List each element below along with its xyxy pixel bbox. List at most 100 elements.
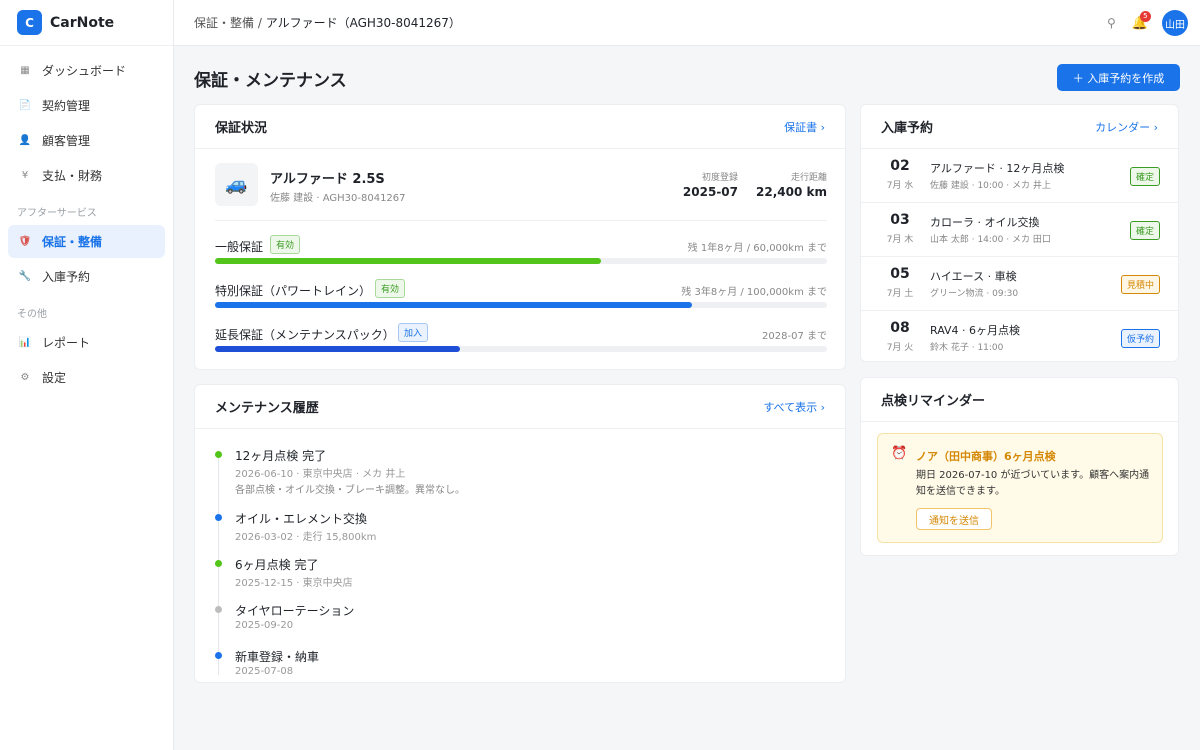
- sidebar-item-label: 契約管理: [42, 99, 91, 113]
- progress-fill: [215, 258, 601, 264]
- warranty-remaining: 残 1年8ヶ月 / 60,000km まで: [687, 243, 827, 254]
- warranty-row: 一般保証 有効 残 1年8ヶ月 / 60,000km まで: [215, 235, 827, 266]
- breadcrumb: 保証・整備 / アルファード（AGH30-8041267）: [194, 14, 461, 31]
- calendar-link[interactable]: カレンダー ›: [1095, 119, 1158, 135]
- appointment-row[interactable]: 05 7月 土 ハイエース · 車検 グリーン物流 · 09:30 見積中: [861, 257, 1179, 311]
- status-badge: 確定: [1129, 221, 1160, 240]
- warranty-remaining: 残 3年8ヶ月 / 100,000km まで: [681, 287, 827, 298]
- appointment-day: 02: [890, 158, 910, 174]
- appointment-row[interactable]: 08 7月 火 RAV4 · 6ヶ月点検 鈴木 花子 · 11:00 仮予約: [861, 311, 1179, 365]
- status-badge: 確定: [1129, 167, 1160, 186]
- timeline-title: オイル・エレメント交換: [235, 512, 368, 526]
- breadcrumb-current: アルファード（AGH30-8041267）: [265, 16, 461, 30]
- appointment-month-weekday: 7月 土: [886, 289, 914, 299]
- sidebar-item[interactable]: 🔧 入庫予約: [8, 260, 165, 293]
- sidebar-item-label: 設定: [42, 371, 67, 385]
- create-appointment-button[interactable]: ＋ 入庫予約を作成: [1057, 64, 1180, 91]
- status-badge: 加入: [398, 323, 429, 342]
- first-registration: 初度登録 2025-07: [683, 170, 738, 199]
- first-registration-label: 初度登録: [701, 173, 738, 183]
- sidebar-item[interactable]: ¥ 支払・財務: [8, 159, 165, 192]
- brand[interactable]: C CarNote: [0, 0, 173, 46]
- sidebar-item-label: ダッシュボード: [42, 64, 127, 78]
- history-view-all-link[interactable]: すべて表示 ›: [763, 399, 825, 415]
- progress-fill: [215, 302, 693, 308]
- warranty-name: 一般保証: [215, 240, 264, 254]
- pin-icon[interactable]: ⚲: [1107, 16, 1116, 30]
- appointment-title: カローラ · オイル交換: [930, 216, 1040, 229]
- appointment-day: 08: [890, 320, 910, 336]
- sidebar-item[interactable]: ▦ ダッシュボード: [8, 54, 165, 87]
- sidebar-item[interactable]: 🛡 保証・整備: [8, 225, 165, 258]
- wrench-icon: 🔧: [18, 271, 32, 282]
- reminder-item-title: ノア（田中商事）6ヶ月点検: [916, 450, 1056, 463]
- timeline-title: 新車登録・納車: [235, 650, 320, 664]
- appointment-sub: グリーン物流 · 09:30: [930, 289, 1019, 299]
- reminder-item: ⏰ ノア（田中商事）6ヶ月点検 期日 2026-07-10 が近づいています。顧…: [877, 433, 1163, 543]
- alarm-clock-icon: ⏰: [891, 446, 908, 461]
- status-badge: 見積中: [1120, 275, 1160, 294]
- appointment-sub: 山本 太郎 · 14:00 · メカ 田口: [930, 235, 1051, 245]
- timeline-sub: 2026-03-02 · 走行 15,800km: [235, 532, 377, 543]
- appointment-sub: 佐藤 建設 · 10:00 · メカ 井上: [930, 181, 1051, 191]
- timeline-dot: [215, 451, 222, 458]
- appointment-day: 03: [890, 212, 910, 228]
- progress-track: [215, 258, 827, 264]
- car-icon: 🚙: [215, 163, 258, 206]
- page-title: 保証・メンテナンス: [194, 71, 347, 91]
- warranty-remaining: 2028-07 まで: [762, 331, 827, 342]
- avatar[interactable]: 山田: [1162, 10, 1188, 36]
- appointment-row[interactable]: 03 7月 木 カローラ · オイル交換 山本 太郎 · 14:00 · メカ 田口 確…: [861, 203, 1179, 257]
- timeline-dot: [215, 652, 222, 659]
- yen-icon: ¥: [21, 170, 29, 181]
- warranty-row: 特別保証（パワートレイン） 有効 残 3年8ヶ月 / 100,000km まで: [215, 279, 827, 310]
- warranty-document-link[interactable]: 保証書 ›: [784, 119, 825, 135]
- timeline-title: タイヤローテーション: [235, 604, 355, 618]
- dashboard-icon: ▦: [20, 65, 30, 76]
- send-notification-button[interactable]: 通知を送信: [916, 508, 992, 530]
- reminder-card: 点検リマインダー ⏰ ノア（田中商事）6ヶ月点検 期日 2026-07-10 が…: [860, 377, 1179, 556]
- app-logo: C: [17, 10, 42, 35]
- gear-icon: ⚙: [20, 372, 30, 383]
- appointment-day: 05: [890, 266, 910, 282]
- timeline-dot: [215, 560, 222, 567]
- reminder-card-header: 点検リマインダー: [861, 378, 1178, 422]
- vehicle-sub: 佐藤 建設 · AGH30-8041267: [270, 193, 406, 204]
- reminder-title: 点検リマインダー: [881, 394, 986, 409]
- status-badge: 有効: [375, 279, 406, 298]
- status-badge: 有効: [270, 235, 301, 254]
- appointments-title: 入庫予約: [881, 121, 934, 136]
- appointment-month-weekday: 7月 水: [886, 181, 914, 191]
- warranty-card-header: 保証状況 保証書 ›: [195, 105, 845, 149]
- history-card: メンテナンス履歴 すべて表示 › 12ヶ月点検 完了 2026-06-10 · 東…: [194, 384, 846, 683]
- timeline-dot: [215, 606, 222, 613]
- warranty-row: 延長保証（メンテナンスパック） 加入 2028-07 まで: [215, 323, 827, 354]
- bell-icon[interactable]: 🔔 5: [1132, 10, 1151, 31]
- shield-icon: 🛡: [18, 236, 32, 247]
- sidebar-item[interactable]: ⚙ 設定: [8, 361, 165, 394]
- vehicle-summary: 🚙 アルファード 2.5S 佐藤 建設 · AGH30-8041267 初度登録…: [215, 163, 827, 221]
- history-card-header: メンテナンス履歴 すべて表示 ›: [195, 385, 845, 429]
- section-label-after-service: アフターサービス: [17, 208, 97, 219]
- sidebar-item-label: 支払・財務: [42, 169, 103, 183]
- appointments-card: 入庫予約 カレンダー › 02 7月 水 アルファード · 12ヶ月点検 佐藤 建設 …: [860, 104, 1179, 362]
- notification-badge: 5: [1139, 10, 1151, 22]
- timeline-sub: 2025-09-20: [235, 620, 294, 631]
- appointment-row[interactable]: 02 7月 水 アルファード · 12ヶ月点検 佐藤 建設 · 10:00 · メカ …: [861, 149, 1179, 203]
- topbar: 保証・整備 / アルファード（AGH30-8041267） ⚲ 🔔 5 山田: [174, 0, 1200, 46]
- sidebar-item[interactable]: 📊 レポート: [8, 326, 165, 359]
- chart-icon: 📊: [18, 337, 32, 348]
- sidebar-item[interactable]: 👤 顧客管理: [8, 124, 165, 157]
- sidebar-item-label: レポート: [42, 336, 91, 350]
- sidebar: C CarNote ▦ ダッシュボード 📄 契約管理 👤 顧客管理 ¥ 支払・財務アフターサー…: [0, 0, 174, 750]
- appointment-month-weekday: 7月 火: [886, 343, 914, 353]
- topbar-actions: ⚲ 🔔 5 山田: [1107, 10, 1188, 36]
- breadcrumb-parent[interactable]: 保証・整備: [194, 16, 254, 30]
- reminder-item-desc: 期日 2026-07-10 が近づいています。顧客へ案内通知を送信できます。: [916, 470, 1150, 497]
- sidebar-item[interactable]: 📄 契約管理: [8, 89, 165, 122]
- timeline-sub: 2025-12-15 · 東京中央店: [235, 578, 353, 589]
- status-badge: 仮予約: [1120, 329, 1160, 348]
- progress-track: [215, 346, 827, 352]
- warranty-title: 保証状況: [215, 121, 268, 136]
- timeline-title: 12ヶ月点検 完了: [235, 449, 327, 463]
